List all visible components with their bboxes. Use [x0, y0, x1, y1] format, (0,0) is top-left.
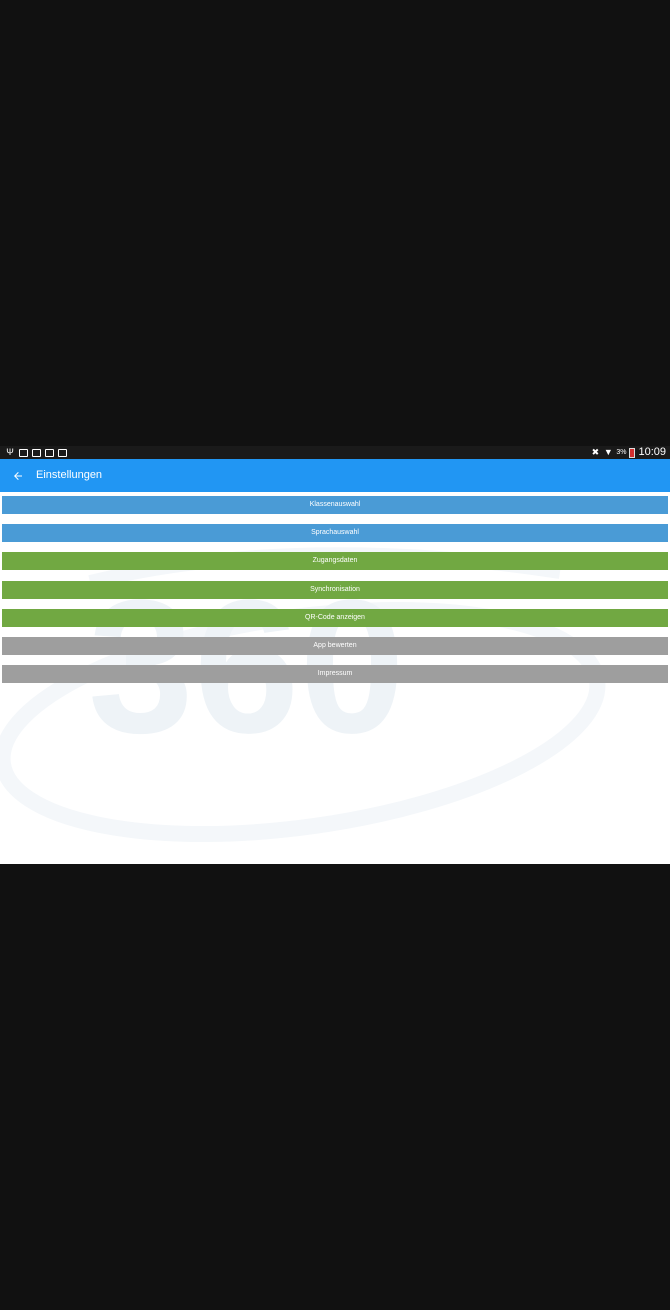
- battery-icon: [629, 447, 636, 458]
- battery-percent: 3%: [616, 449, 627, 456]
- app-screen: Ψ ✖ ▼ 3% 10:09 Einstellungen 360: [0, 446, 670, 864]
- class-selection-button[interactable]: Klassenauswahl: [2, 496, 668, 514]
- play-store-icon: [58, 448, 67, 457]
- gallery-icon: [45, 448, 54, 457]
- mute-icon: ✖: [591, 447, 600, 457]
- clock: 10:09: [638, 446, 666, 458]
- back-button[interactable]: [9, 467, 27, 485]
- page-title: Einstellungen: [36, 469, 103, 481]
- access-data-button[interactable]: Zugangsdaten: [2, 552, 668, 571]
- notification-icons: Ψ: [5, 446, 67, 459]
- rate-app-button[interactable]: App bewerten: [2, 636, 668, 655]
- status-bar: Ψ ✖ ▼ 3% 10:09: [0, 446, 670, 459]
- system-icons: ✖ ▼ 3% 10:09: [590, 446, 666, 459]
- settings-menu: Klassenauswahl Sprachauswahl Zugangsdate…: [2, 496, 668, 693]
- screen-mirror-icon: [19, 448, 28, 457]
- imprint-button[interactable]: Impressum: [2, 665, 668, 684]
- language-selection-button[interactable]: Sprachauswahl: [2, 524, 668, 543]
- synchronization-button[interactable]: Synchronisation: [2, 580, 668, 599]
- wifi-icon: ▼: [603, 447, 613, 457]
- settings-content: 360 Klassenauswahl Sprachauswahl Zugangs…: [0, 492, 670, 864]
- arrow-left-icon: [14, 472, 22, 480]
- image-icon: [32, 448, 41, 457]
- usb-icon: Ψ: [6, 447, 14, 457]
- app-bar: Einstellungen: [0, 459, 670, 492]
- show-qr-code-button[interactable]: QR-Code anzeigen: [2, 608, 668, 627]
